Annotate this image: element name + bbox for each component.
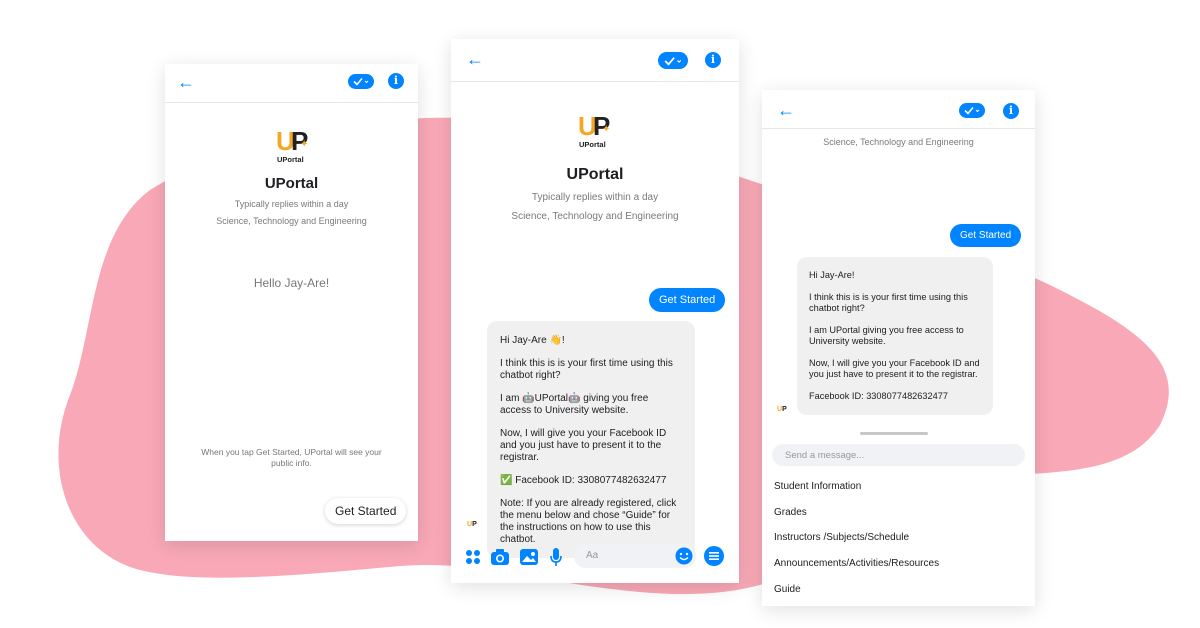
phone-screen-welcome: ← i U P ✦ UPortal UPortal Typically replie… [165,64,418,541]
bot-avatar: UP [777,406,787,413]
back-arrow-icon[interactable]: ← [777,100,795,120]
bot-message: Hi Jay-Are! I think this is is your firs… [797,257,993,415]
reply-time: Typically replies within a day [531,192,659,203]
phone-screen-menu: ← i Science, Technology and Engineering … [762,90,1035,606]
phone-screen-chat: ← i U P ✦ UPortal UPortal Typically replie… [451,39,739,583]
check-pill-icon[interactable] [959,103,985,118]
message-line: Now, I will give you your Facebook ID an… [500,428,667,463]
menu-item-student-information[interactable]: Student Information [774,481,861,492]
back-arrow-icon[interactable]: ← [177,72,195,92]
message-line: I am UPortal giving you free access to U… [809,325,964,346]
info-icon[interactable]: i [705,52,721,68]
emoji-icon[interactable] [675,547,693,565]
top-bar: ← i [165,64,418,103]
menu-item-grades[interactable]: Grades [774,507,807,518]
top-bar: ← i [762,90,1035,129]
send-message-placeholder: Send a message... [785,450,865,461]
message-greeting: Hi Jay-Are! [809,270,855,280]
message-line: I think this is is your first time using… [500,358,673,381]
category: Science, Technology and Engineering [511,211,679,222]
page-title: UPortal [264,175,319,192]
message-line: Now, I will give you your Facebook ID an… [809,358,980,379]
menu-item-announcements-activities-resources[interactable]: Announcements/Activities/Resources [774,558,939,569]
gallery-icon[interactable] [519,548,539,566]
bot-avatar: UP [467,521,477,528]
drag-handle[interactable] [860,432,928,435]
apps-icon[interactable] [465,549,481,565]
menu-icon[interactable] [704,546,724,566]
back-arrow-icon[interactable]: ← [466,49,484,69]
message-line: I think this is is your first time using… [809,292,968,313]
camera-icon[interactable] [490,548,510,566]
uportal-logo: U P ✦ UPortal [578,111,611,149]
message-input-placeholder: Aa [586,550,599,561]
message-input[interactable]: Aa [574,544,696,568]
get-started-bubble: Get Started [649,288,726,312]
star-icon: ✦ [602,124,611,135]
category: Science, Technology and Engineering [823,137,974,147]
message-line: I am 🤖UPortal🤖 giving you free access to… [500,393,649,416]
message-facebook-id: ✅ Facebook ID: 3308077482632477 [500,475,667,486]
top-bar: ← i [451,39,739,82]
greeting-text: Hello Jay-Are! [253,276,330,290]
uportal-logo: U P ✦ UPortal [276,126,309,164]
microphone-icon[interactable] [549,547,563,567]
get-started-button[interactable]: Get Started [325,498,407,524]
get-started-bubble: Get Started [950,224,1022,247]
reply-time: Typically replies within a day [234,199,349,209]
composer-bar: Aa [451,539,739,583]
category: Science, Technology and Engineering [216,216,367,226]
menu-item-instructors-subjects-schedule[interactable]: Instructors /Subjects/Schedule [774,532,909,543]
check-pill-icon[interactable] [658,52,688,69]
bot-message: Hi Jay-Are 👋! I think this is is your fi… [487,321,695,558]
message-greeting: Hi Jay-Are 👋! [500,335,565,346]
menu-item-guide[interactable]: Guide [774,584,801,595]
message-facebook-id: Facebook ID: 3308077482632477 [809,391,948,401]
public-info-notice: When you tap Get Started, UPortal will s… [201,447,382,468]
send-message-input[interactable]: Send a message... [772,444,1025,466]
info-icon[interactable]: i [388,73,404,89]
page-title: UPortal [566,166,624,183]
info-icon[interactable]: i [1003,103,1019,119]
star-icon: ✦ [300,139,309,150]
check-pill-icon[interactable] [348,74,374,89]
